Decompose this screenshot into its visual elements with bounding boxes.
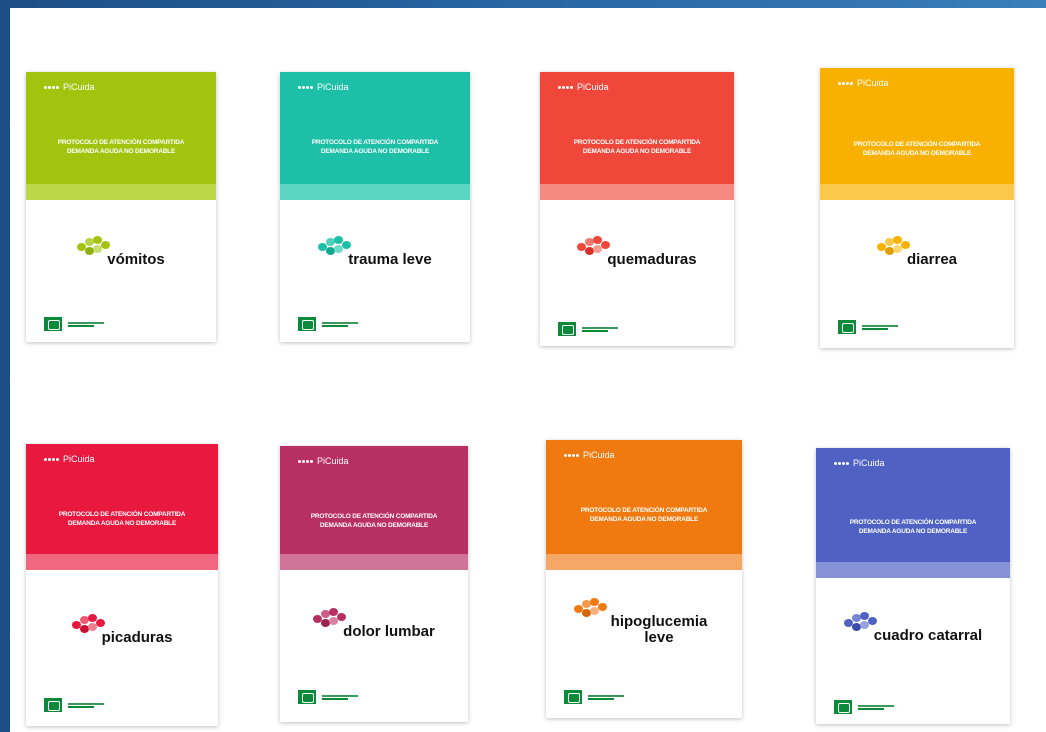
cover-strip [540, 184, 734, 200]
junta-logo [44, 698, 104, 712]
junta-logo [558, 322, 618, 336]
cover-strip [546, 554, 742, 570]
protocol-line-2: DEMANDA AGUDA NO DEMORABLE [862, 150, 972, 157]
brand-logo: PiCuida [838, 78, 889, 88]
protocol-line-1: PROTOCOLO DE ATENCIÓN COMPARTIDA [849, 519, 977, 526]
junta-logo [564, 690, 624, 704]
protocol-title: PROTOCOLO DE ATENCIÓN COMPARTIDA DEMANDA … [830, 140, 1004, 158]
protocol-line-1: PROTOCOLO DE ATENCIÓN COMPARTIDA [573, 139, 701, 146]
cover-strip [26, 554, 218, 570]
cover-strip [26, 184, 216, 200]
topic-block: hipoglucemia leve [546, 592, 742, 652]
protocol-line-2: DEMANDA AGUDA NO DEMORABLE [66, 148, 176, 155]
cover-hipoglucemia-leve[interactable]: PiCuida PROTOCOLO DE ATENCIÓN COMPARTIDA… [546, 440, 742, 718]
brand-name: PiCuida [853, 458, 885, 468]
hexagon-cluster-icon [876, 236, 911, 258]
junta-logo [298, 690, 358, 704]
brand-name: PiCuida [577, 82, 609, 92]
cover-strip [280, 554, 468, 570]
cover-vomitos[interactable]: PiCuida PROTOCOLO DE ATENCIÓN COMPARTIDA… [26, 72, 216, 342]
topic-name: hipoglucemia leve [610, 613, 708, 646]
protocol-title: PROTOCOLO DE ATENCIÓN COMPARTIDA DEMANDA … [290, 512, 458, 530]
topic-block: picaduras [26, 600, 218, 660]
brand-icon [298, 459, 313, 463]
topic-name: cuadro catarral [873, 627, 983, 644]
protocol-title: PROTOCOLO DE ATENCIÓN COMPARTIDA DEMANDA … [36, 510, 208, 528]
brand-name: PiCuida [63, 454, 95, 464]
topic-block: cuadro catarral [816, 598, 1010, 658]
topic-name: picaduras [101, 629, 173, 646]
cover-dolor-lumbar[interactable]: PiCuida PROTOCOLO DE ATENCIÓN COMPARTIDA… [280, 446, 468, 722]
cover-strip [816, 562, 1010, 578]
protocol-title: PROTOCOLO DE ATENCIÓN COMPARTIDA DEMANDA … [556, 506, 732, 524]
junta-logo [834, 700, 894, 714]
brand-logo: PiCuida [44, 454, 95, 464]
brand-icon [298, 85, 313, 89]
page-canvas: PiCuida PROTOCOLO DE ATENCIÓN COMPARTIDA… [10, 8, 1046, 732]
protocol-line-2: DEMANDA AGUDA NO DEMORABLE [320, 148, 430, 155]
protocol-title: PROTOCOLO DE ATENCIÓN COMPARTIDA DEMANDA … [550, 138, 724, 156]
brand-logo: PiCuida [298, 456, 349, 466]
junta-logo [44, 317, 104, 331]
protocol-line-1: PROTOCOLO DE ATENCIÓN COMPARTIDA [58, 511, 186, 518]
protocol-line-1: PROTOCOLO DE ATENCIÓN COMPARTIDA [57, 139, 185, 146]
cover-quemaduras[interactable]: PiCuida PROTOCOLO DE ATENCIÓN COMPARTIDA… [540, 72, 734, 346]
hexagon-cluster-icon [577, 236, 611, 258]
brand-icon [44, 85, 59, 89]
topic-name: dolor lumbar [343, 623, 435, 640]
brand-icon [834, 461, 849, 465]
brand-icon [838, 81, 853, 85]
hexagon-cluster-icon [77, 236, 111, 258]
brand-name: PiCuida [857, 78, 889, 88]
protocol-line-1: PROTOCOLO DE ATENCIÓN COMPARTIDA [310, 513, 438, 520]
hexagon-cluster-icon [574, 598, 608, 620]
protocol-line-2: DEMANDA AGUDA NO DEMORABLE [582, 148, 692, 155]
protocol-line-2: DEMANDA AGUDA NO DEMORABLE [319, 522, 429, 529]
brand-name: PiCuida [317, 82, 349, 92]
topic-block: diarrea [820, 222, 1014, 282]
brand-icon [564, 453, 579, 457]
topic-name: vómitos [107, 251, 165, 268]
protocol-line-2: DEMANDA AGUDA NO DEMORABLE [858, 528, 968, 535]
brand-name: PiCuida [317, 456, 349, 466]
topic-name: quemaduras [607, 251, 697, 268]
cover-strip [820, 184, 1014, 200]
hexagon-cluster-icon [313, 608, 347, 630]
topic-block: vómitos [26, 222, 216, 282]
topic-name: trauma leve [348, 251, 432, 268]
brand-name: PiCuida [63, 82, 95, 92]
brand-logo: PiCuida [834, 458, 885, 468]
junta-logo [298, 317, 358, 331]
cover-diarrea[interactable]: PiCuida PROTOCOLO DE ATENCIÓN COMPARTIDA… [820, 68, 1014, 348]
hexagon-cluster-icon [71, 614, 106, 636]
protocol-title: PROTOCOLO DE ATENCIÓN COMPARTIDA DEMANDA … [36, 138, 206, 156]
hexagon-cluster-icon [318, 236, 352, 258]
protocol-line-1: PROTOCOLO DE ATENCIÓN COMPARTIDA [311, 139, 439, 146]
topic-name: diarrea [906, 251, 958, 268]
protocol-title: PROTOCOLO DE ATENCIÓN COMPARTIDA DEMANDA … [290, 138, 460, 156]
brand-logo: PiCuida [564, 450, 615, 460]
topic-block: trauma leve [280, 222, 470, 282]
protocol-line-1: PROTOCOLO DE ATENCIÓN COMPARTIDA [580, 507, 708, 514]
cover-cuadro-catarral[interactable]: PiCuida PROTOCOLO DE ATENCIÓN COMPARTIDA… [816, 448, 1010, 724]
cover-strip [280, 184, 470, 200]
junta-logo [838, 320, 898, 334]
brand-icon [558, 85, 573, 89]
cover-picaduras[interactable]: PiCuida PROTOCOLO DE ATENCIÓN COMPARTIDA… [26, 444, 218, 726]
hexagon-cluster-icon [843, 612, 878, 634]
brand-logo: PiCuida [298, 82, 349, 92]
protocol-title: PROTOCOLO DE ATENCIÓN COMPARTIDA DEMANDA … [826, 518, 1000, 536]
topic-block: quemaduras [540, 222, 734, 282]
topic-block: dolor lumbar [280, 594, 468, 654]
brand-icon [44, 457, 59, 461]
cover-trauma-leve[interactable]: PiCuida PROTOCOLO DE ATENCIÓN COMPARTIDA… [280, 72, 470, 342]
brand-logo: PiCuida [558, 82, 609, 92]
brand-logo: PiCuida [44, 82, 95, 92]
brand-name: PiCuida [583, 450, 615, 460]
protocol-line-2: DEMANDA AGUDA NO DEMORABLE [67, 520, 177, 527]
protocol-line-2: DEMANDA AGUDA NO DEMORABLE [589, 516, 699, 523]
protocol-line-1: PROTOCOLO DE ATENCIÓN COMPARTIDA [853, 141, 981, 148]
